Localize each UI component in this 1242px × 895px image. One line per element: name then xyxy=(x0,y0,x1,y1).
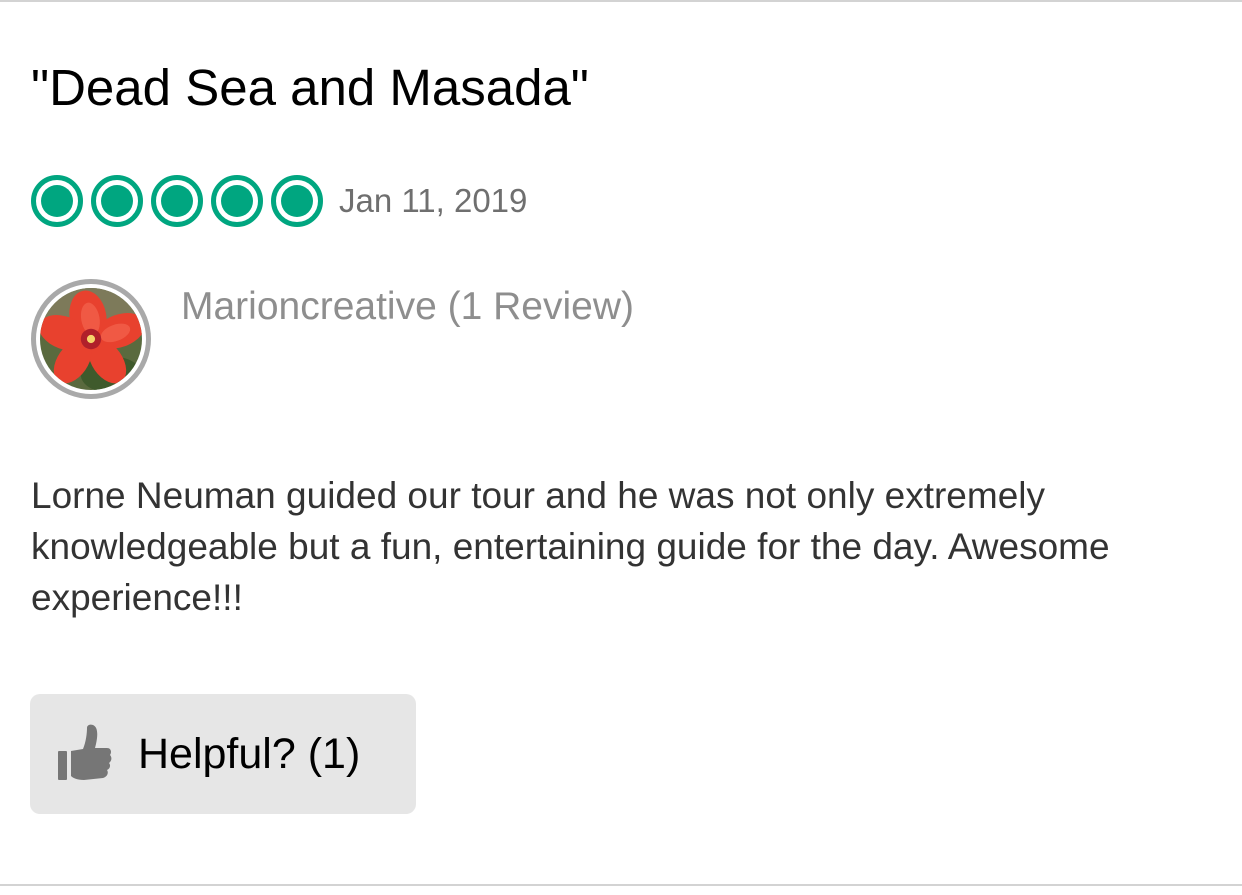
review-title: "Dead Sea and Masada" xyxy=(31,59,589,116)
bottom-divider xyxy=(0,884,1242,886)
helpful-label: Helpful? (1) xyxy=(138,729,361,778)
avatar[interactable] xyxy=(31,279,151,399)
rating-bubble-icon xyxy=(271,175,323,227)
top-divider xyxy=(0,0,1242,2)
thumbs-up-icon xyxy=(58,724,112,780)
rating-bubble-icon xyxy=(151,175,203,227)
reviewer-name[interactable]: Marioncreative (1 Review) xyxy=(181,282,634,332)
rating-bubble-icon xyxy=(31,175,83,227)
red-flower-avatar-icon xyxy=(40,288,142,390)
review-body: Lorne Neuman guided our tour and he was … xyxy=(31,475,1110,618)
rating-row: Jan 11, 2019 xyxy=(31,172,527,230)
helpful-button[interactable]: Helpful? (1) xyxy=(30,694,416,814)
rating-bubble-icon xyxy=(91,175,143,227)
rating-bubbles xyxy=(31,175,323,227)
rating-bubble-icon xyxy=(211,175,263,227)
review-date: Jan 11, 2019 xyxy=(339,182,528,219)
